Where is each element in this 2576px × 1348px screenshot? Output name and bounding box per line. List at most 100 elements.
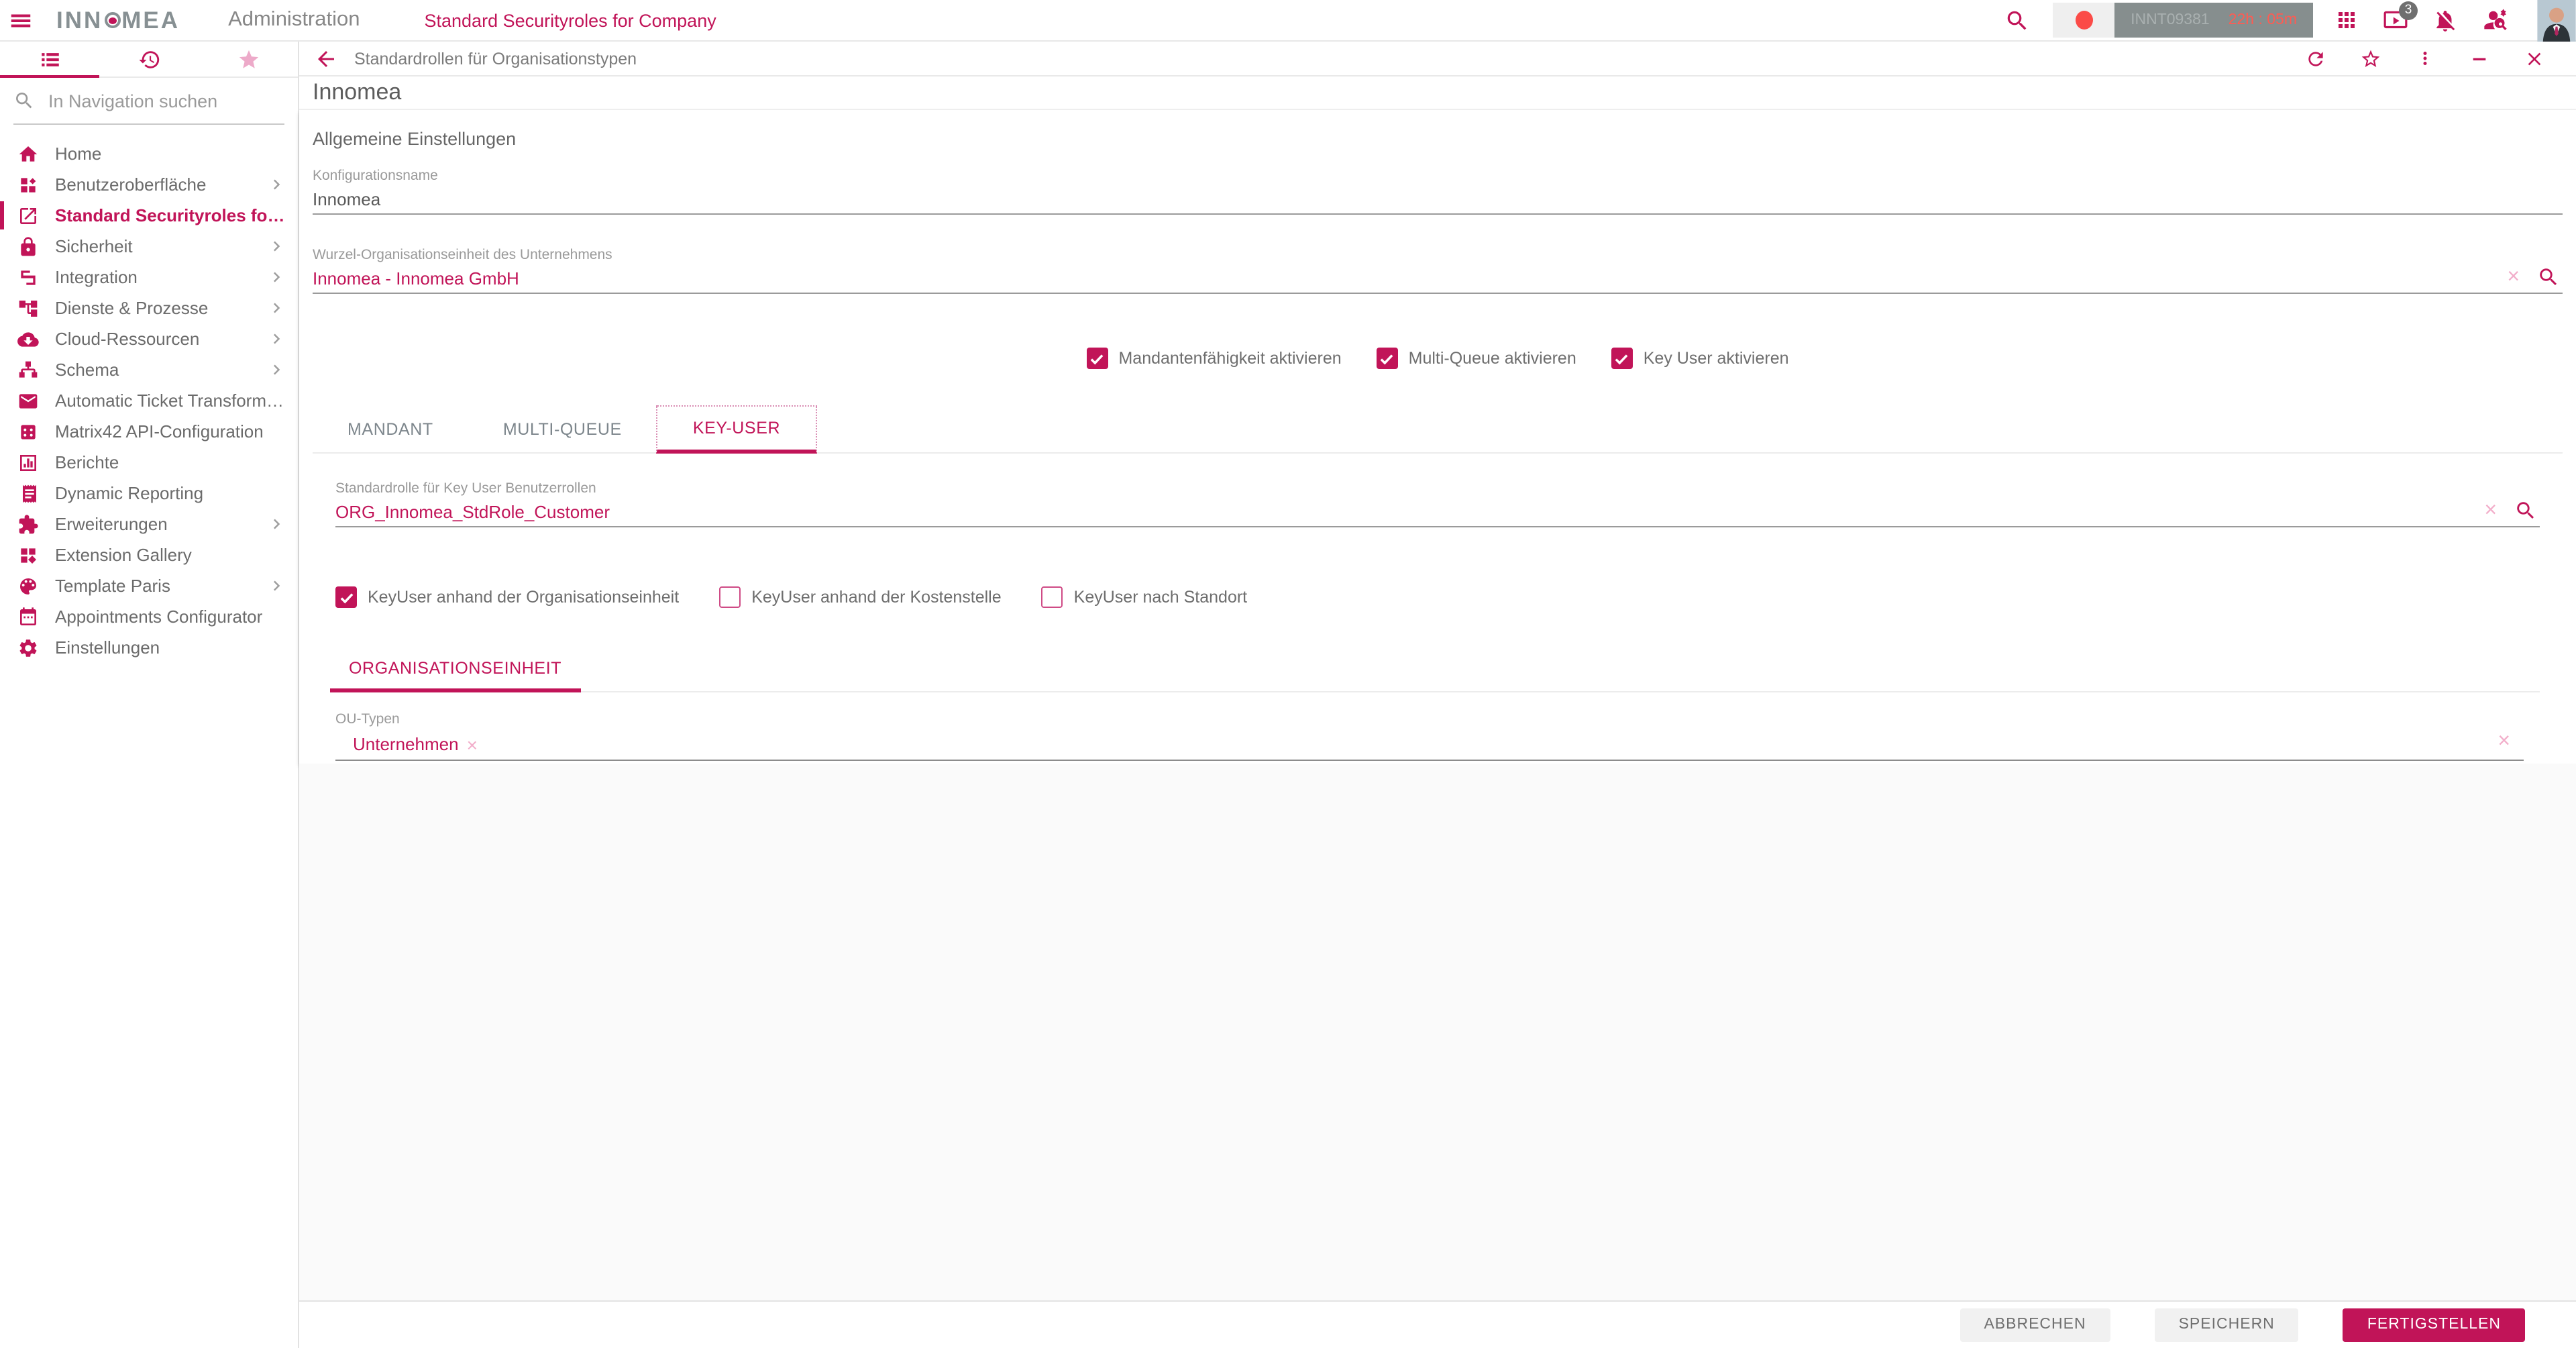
tab-multi-queue[interactable]: MULTI-QUEUE: [468, 405, 657, 454]
checkbox-checked-icon: [335, 586, 357, 608]
sidebar-item-benutzeroberfl-che[interactable]: Benutzeroberfläche: [0, 169, 298, 200]
app-window: INN MEA Administration Standard Securityr…: [0, 0, 2576, 1348]
root-ou-input[interactable]: Innomea - Innomea GmbH: [313, 268, 2563, 294]
main-area: Standardrollen für Organisationstypen In…: [299, 42, 2576, 1348]
screen-share-button[interactable]: 3: [2383, 1, 2418, 33]
global-search-button[interactable]: [2004, 7, 2030, 33]
close-icon: [2524, 48, 2545, 69]
minimize-button[interactable]: [2469, 48, 2490, 69]
sidebar-tab-favorites[interactable]: [199, 42, 298, 76]
checkbox-mandantenf-higkeit-aktivieren[interactable]: Mandantenfähigkeit aktivieren: [1086, 348, 1342, 369]
gear-icon: [17, 637, 39, 658]
notifications-muted-button[interactable]: [2432, 7, 2458, 33]
launch-icon: [17, 205, 39, 226]
sidebar-item-einstellungen[interactable]: Einstellungen: [0, 632, 298, 663]
back-button[interactable]: [314, 46, 338, 70]
sidebar-item-label: Standard Securityroles for Company: [55, 205, 287, 225]
chevron-right-icon: [267, 329, 287, 349]
toolbar-actions: [2293, 48, 2557, 69]
lookup-button[interactable]: [2514, 499, 2537, 522]
field-label: Konfigurationsname: [313, 168, 438, 184]
sidebar-item-label: Dienste & Prozesse: [55, 298, 209, 318]
workspace-tab[interactable]: Standard Securityroles for Company: [425, 10, 716, 30]
ou-types-input[interactable]: Unternehmen ×: [335, 734, 2524, 761]
recording-indicator[interactable]: [2053, 3, 2115, 38]
lookup-button[interactable]: [2537, 266, 2560, 289]
recording-dot-icon: [2075, 11, 2093, 30]
user-management-button[interactable]: [2482, 7, 2509, 34]
keyuser-role-input[interactable]: ORG_Innomea_StdRole_Customer: [335, 502, 2540, 527]
tab-key-user[interactable]: KEY-USER: [656, 405, 817, 454]
search-icon: [2004, 7, 2030, 33]
sidebar-tab-navigation[interactable]: [0, 42, 99, 78]
sidebar-tab-history[interactable]: [99, 42, 199, 76]
save-button[interactable]: SPEICHERN: [2154, 1308, 2299, 1341]
checkbox-checked-icon: [1376, 348, 1398, 369]
sidebar-item-berichte[interactable]: Berichte: [0, 447, 298, 478]
sidebar-item-cloud-ressourcen[interactable]: Cloud-Ressourcen: [0, 323, 298, 354]
top-app-bar: INN MEA Administration Standard Securityr…: [0, 0, 2576, 42]
palette-icon: [17, 575, 39, 597]
sidebar-item-erweiterungen[interactable]: Erweiterungen: [0, 509, 298, 539]
form-card: Allgemeine Einstellungen Konfigurationsn…: [299, 110, 2576, 763]
sidebar-item-label: Template Paris: [55, 576, 170, 596]
navigation-search-input[interactable]: [46, 89, 247, 112]
cancel-button[interactable]: ABBRECHEN: [1960, 1308, 2110, 1341]
checkbox-keyuser-anhand-der-kostenstelle[interactable]: KeyUser anhand der Kostenstelle: [719, 586, 1002, 608]
sidebar-item-standard-securityroles-for-company[interactable]: Standard Securityroles for Company: [0, 200, 298, 231]
field-label: Standardrolle für Key User Benutzerrolle…: [335, 480, 596, 497]
chevron-right-icon: [267, 174, 287, 195]
topbar-actions: INNT09381 22h : 05m 3: [1992, 0, 2576, 41]
chip-remove-icon[interactable]: ×: [467, 735, 478, 754]
star-outline-icon: [2360, 48, 2381, 69]
ou-types-field: OU-Typen Unternehmen × ×: [335, 711, 2524, 761]
innomea-logo: INN MEA: [56, 6, 180, 34]
sidebar-item-sicherheit[interactable]: Sicherheit: [0, 231, 298, 262]
list-icon: [38, 48, 61, 70]
refresh-button[interactable]: [2305, 48, 2326, 69]
close-button[interactable]: [2524, 48, 2545, 69]
sidebar-item-template-paris[interactable]: Template Paris: [0, 570, 298, 601]
app-grid-button[interactable]: [2334, 8, 2359, 32]
checkbox-keyuser-anhand-der-organisationseinheit[interactable]: KeyUser anhand der Organisationseinheit: [335, 586, 679, 608]
tab-organisationseinheit[interactable]: ORGANISATIONSEINHEIT: [330, 647, 581, 692]
config-tabs: MANDANT MULTI-QUEUE KEY-USER: [313, 404, 2563, 454]
more-options-button[interactable]: [2415, 48, 2435, 68]
user-avatar[interactable]: [2537, 0, 2576, 41]
sidebar-item-matrix42-api-configuration[interactable]: Matrix42 API-Configuration: [0, 416, 298, 447]
sidebar-item-schema[interactable]: Schema: [0, 354, 298, 385]
bell-off-icon: [2432, 7, 2458, 33]
sidebar-item-integration[interactable]: Integration: [0, 262, 298, 293]
clear-icon[interactable]: ×: [2484, 499, 2497, 521]
page-title-row: Innomea: [299, 76, 2576, 110]
section-title: Allgemeine Einstellungen: [313, 129, 517, 149]
sidebar-item-label: Appointments Configurator: [55, 607, 263, 627]
sidebar-item-appointments-configurator[interactable]: Appointments Configurator: [0, 601, 298, 632]
session-status-widget: INNT09381 22h : 05m: [2114, 3, 2313, 38]
finish-button[interactable]: FERTIGSTELLEN: [2343, 1308, 2525, 1341]
sidebar-item-home[interactable]: Home: [0, 138, 298, 169]
favorite-button[interactable]: [2360, 48, 2381, 69]
hamburger-menu-icon[interactable]: [0, 0, 40, 41]
checkbox-key-user-aktivieren[interactable]: Key User aktivieren: [1611, 348, 1789, 369]
tab-mandant[interactable]: MANDANT: [313, 405, 468, 454]
activation-checkbox-row: Mandantenfähigkeit aktivieren Multi-Queue…: [313, 348, 2563, 369]
checkbox-multi-queue-aktivieren[interactable]: Multi-Queue aktivieren: [1376, 348, 1576, 369]
sidebar-item-label: Erweiterungen: [55, 514, 168, 534]
avatar-image: [2537, 0, 2576, 41]
mail-icon: [17, 390, 39, 411]
sidebar-item-automatic-ticket-transformation-co[interactable]: Automatic Ticket Transformation Co...: [0, 385, 298, 416]
session-timer: 22h : 05m: [2228, 12, 2297, 28]
sidebar-item-label: Berichte: [55, 452, 119, 472]
clear-icon[interactable]: ×: [2507, 266, 2520, 288]
logo-part1: INN: [56, 6, 103, 33]
clear-icon[interactable]: ×: [2498, 731, 2510, 753]
minimize-icon: [2469, 48, 2490, 69]
sidebar-item-dienste-prozesse[interactable]: Dienste & Prozesse: [0, 293, 298, 323]
sidebar-item-dynamic-reporting[interactable]: Dynamic Reporting: [0, 478, 298, 509]
sidebar-item-extension-gallery[interactable]: Extension Gallery: [0, 539, 298, 570]
checkbox-label: KeyUser anhand der Organisationseinheit: [368, 588, 680, 607]
checkbox-keyuser-nach-standort[interactable]: KeyUser nach Standort: [1041, 586, 1248, 608]
checkbox-label: KeyUser nach Standort: [1073, 588, 1248, 607]
config-name-input[interactable]: Innomea: [313, 189, 2563, 215]
